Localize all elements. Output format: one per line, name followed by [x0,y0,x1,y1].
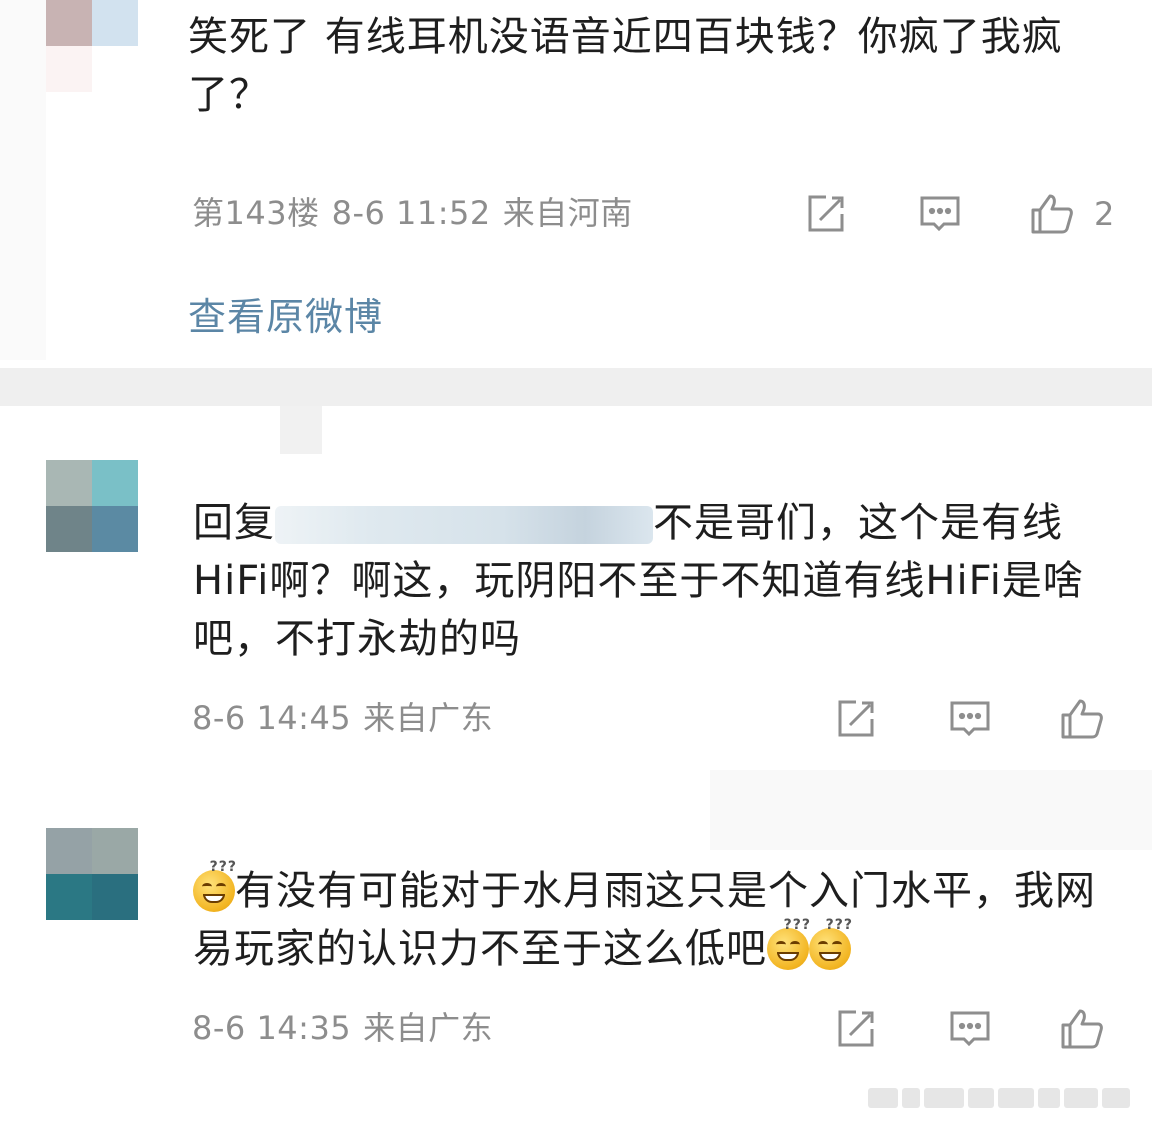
comment-location: 来自河南 [502,194,633,232]
comment-icon[interactable] [948,1007,992,1051]
avatar-pixel [46,874,92,920]
edit-icon[interactable] [834,697,878,741]
watermark-block [1102,1088,1130,1108]
avatar-pixel [46,46,92,92]
avatar-pixel [92,506,138,552]
watermark-block [868,1088,898,1108]
comment-time: 8-6 14:35 [192,1009,352,1047]
view-original-post-link[interactable]: 查看原微博 [188,286,383,341]
thumbs-up-icon[interactable] [1060,697,1104,741]
comment-2-avatar[interactable] [46,460,138,552]
watermark-block [968,1088,994,1108]
watermark-block [1064,1088,1098,1108]
comment-time: 8-6 14:45 [192,699,352,737]
watermark-block [902,1088,920,1108]
grinning-sweat-emoji-icon: ??? [193,860,236,912]
comment-1-text: 笑死了 有线耳机没语音近四百块钱？你疯了我疯了？ [188,14,1063,118]
comment-icon[interactable] [948,697,992,741]
comment-1-meta: 第143楼 8-6 11:52 来自河南 [192,193,645,233]
comment-3-text: 有没有可能对于水月雨这只是个入门水平，我网易玩家的认识力不至于这么低吧 [193,868,1096,972]
avatar-pixel [46,460,92,506]
comment-2-text-container: 回复 不是哥们，这个是有线HiFi啊？啊这，玩阴阳不至于不知道有线HiFi是啥吧，… [193,494,1123,668]
faint-left-background [0,0,46,360]
avatar-pixel [92,828,138,874]
faint-right-background [710,770,1152,850]
comment-location: 来自广东 [363,1009,494,1047]
avatar-pixel [92,460,138,506]
watermark-block [1038,1088,1060,1108]
comment-location: 来自广东 [363,699,494,737]
avatar-pixel [46,828,92,874]
like-count: 2 [1094,195,1115,233]
reply-prefix: 回复 [193,500,275,546]
comment-1-avatar-lower [46,46,138,92]
edit-icon[interactable] [804,192,848,236]
avatar-pixel [46,0,92,46]
comment-icon[interactable] [918,192,962,236]
weibo-comments-page: 笑死了 有线耳机没语音近四百块钱？你疯了我疯了？ 第143楼 8-6 11:52 来… [0,0,1152,1126]
blurred-username[interactable] [275,506,653,544]
grinning-sweat-emoji-icon: ??? [809,918,852,970]
section-divider [0,368,1152,406]
avatar-pixel [46,506,92,552]
divider-strip [280,406,322,454]
blurred-watermark [868,1086,1144,1110]
comment-2-meta: 8-6 14:45 来自广东 [192,698,505,738]
watermark-block [998,1088,1034,1108]
avatar-pixel [92,46,138,92]
floor-number: 第143楼 [192,194,320,232]
thumbs-up-icon[interactable] [1030,192,1074,236]
avatar-pixel [92,874,138,920]
thumbs-up-icon[interactable] [1060,1007,1104,1051]
comment-1-avatar[interactable] [46,0,138,46]
watermark-block [924,1088,964,1108]
comment-3-text-container: ??? 有没有可能对于水月雨这只是个入门水平，我网易玩家的认识力不至于这么低吧??… [193,860,1103,978]
comment-3-avatar[interactable] [46,828,138,920]
comment-3-meta: 8-6 14:35 来自广东 [192,1008,505,1048]
avatar-pixel [92,0,138,46]
edit-icon[interactable] [834,1007,878,1051]
comment-time: 8-6 11:52 [331,194,491,232]
grinning-sweat-emoji-icon: ??? [767,918,810,970]
